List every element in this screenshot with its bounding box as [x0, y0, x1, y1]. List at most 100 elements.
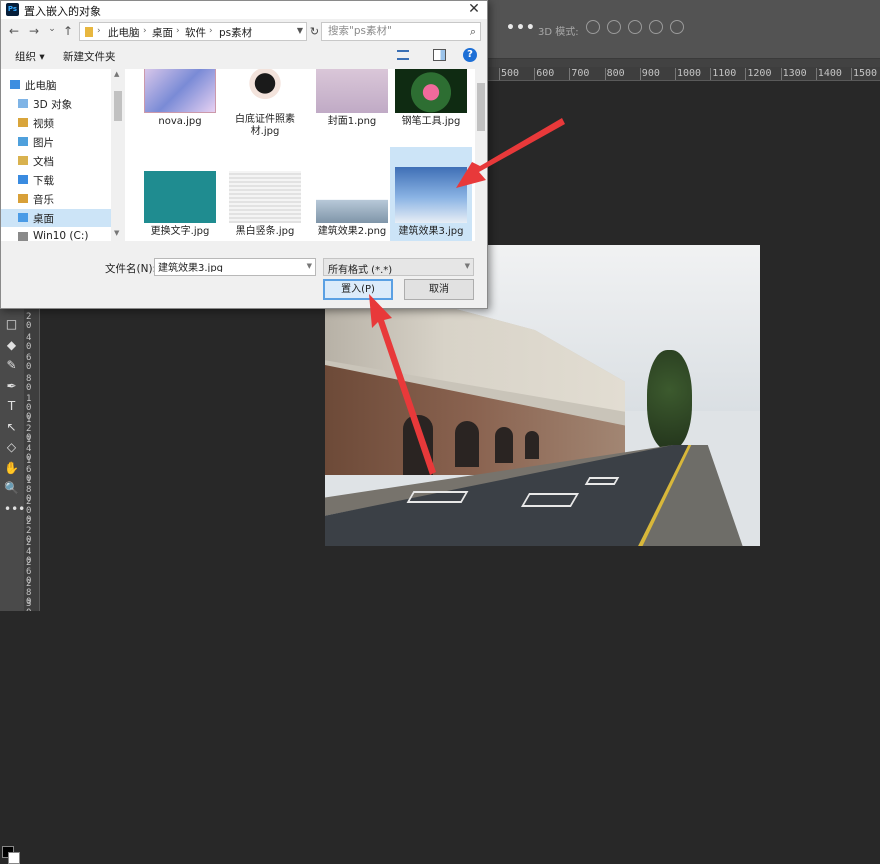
refresh-icon[interactable]: ↻ [307, 22, 322, 41]
breadcrumb-desktop[interactable]: 桌面 [152, 25, 173, 40]
file-name: 钢笔工具.jpg [401, 116, 461, 127]
ruler-tick-label: 600 [534, 68, 555, 80]
more-options-icon[interactable]: ••• [506, 20, 536, 36]
ps-tool-icon[interactable]: 🔍 [4, 481, 19, 496]
breadcrumb-ps-assets[interactable]: ps素材 [219, 25, 252, 40]
preview-pane-icon[interactable] [433, 49, 446, 61]
nav-item-label: 音乐 [33, 194, 54, 206]
nav-item-1[interactable]: 3D 对象 [1, 95, 111, 113]
file-list-scrollbar[interactable] [475, 69, 487, 241]
file-name: nova.jpg [158, 116, 202, 127]
file-thumbnail [144, 69, 216, 113]
file-item[interactable]: 钢笔工具.jpg [390, 69, 472, 141]
nav-item-0[interactable]: 此电脑 [1, 76, 111, 94]
recent-locations-icon[interactable]: ⌄ [45, 24, 59, 34]
forward-arrow-icon[interactable]: → [27, 24, 41, 38]
nav-item-3[interactable]: 图片 [1, 133, 111, 151]
desktop-icon [18, 213, 28, 222]
search-box: ⌕ [321, 22, 481, 41]
filetype-select[interactable]: 所有格式 (*.*) ▼ [323, 258, 474, 276]
navigation-bar: ← → ⌄ ↑ › 此电脑 › 桌面 › 软件 › ps素材 ▼ ↻ ⌕ [1, 21, 487, 43]
documents-icon [18, 156, 28, 165]
breadcrumb-separator: › [97, 26, 101, 36]
file-item[interactable]: nova.jpg [139, 69, 221, 141]
nav-item-label: 桌面 [33, 213, 54, 225]
file-name: 黑白竖条.jpg [235, 226, 295, 237]
ps-tool-icon[interactable]: T [4, 399, 19, 414]
ruler-tick-label: 500 [498, 68, 520, 80]
file-name: 更换文字.jpg [150, 226, 210, 237]
navigation-pane: Win10 (C:) 桌面 音乐 下载 文档 图片 视频 3D 对象 此电脑 ▲ ▼ [1, 69, 125, 241]
ps-tool-icon[interactable]: ✋ [4, 461, 19, 476]
chevron-down-icon[interactable]: ▼ [297, 26, 303, 35]
nav-item-label: 下载 [33, 175, 54, 187]
road-marking [584, 477, 620, 485]
search-input[interactable] [328, 25, 458, 37]
ruler-tick-label: 40 [26, 332, 32, 352]
filename-combobox: ▼ [154, 258, 316, 276]
address-bar[interactable]: › 此电脑 › 桌面 › 软件 › ps素材 ▼ [79, 22, 307, 41]
horizontal-ruler: 500 600 700 800 900 1000 1100 1200 1300 1400 1500 [488, 67, 880, 81]
ps-tool-icon[interactable]: ◆ [4, 338, 19, 353]
nav-item-6[interactable]: 音乐 [1, 190, 111, 208]
ps-tool-icon[interactable]: ◇ [4, 440, 19, 455]
filetype-value: 所有格式 (*.*) [328, 265, 393, 276]
organize-button[interactable]: 组织 ▾ [15, 49, 45, 64]
ruler-tick-label: 700 [569, 68, 590, 80]
file-item[interactable]: 更换文字.jpg [139, 149, 221, 241]
nav-item-7[interactable]: 桌面 [1, 209, 111, 227]
nav-item-label: 视频 [33, 118, 54, 130]
filename-input[interactable] [158, 261, 298, 272]
chevron-down-icon[interactable]: ▼ [307, 262, 312, 270]
ruler-tick-label: 300 [26, 599, 32, 612]
file-item[interactable]: 黑白竖条.jpg [224, 149, 306, 241]
command-bar: 组织 ▾ 新建文件夹 ? [1, 45, 487, 67]
nav-item-label: 图片 [33, 137, 54, 149]
cancel-button[interactable]: 取消 [404, 279, 474, 300]
nav-item-2[interactable]: 视频 [1, 114, 111, 132]
ps-tool-icon[interactable]: ✒ [4, 379, 19, 394]
drive-icon [18, 232, 28, 241]
back-arrow-icon[interactable]: ← [7, 24, 21, 38]
search-icon[interactable]: ⌕ [470, 25, 476, 39]
ps-tool-icon[interactable]: □ [4, 317, 19, 332]
slide-3d-icon[interactable] [649, 20, 663, 34]
roll-3d-icon[interactable] [607, 20, 621, 34]
file-item[interactable]: 建筑效果2.png [311, 149, 393, 241]
file-thumbnail [316, 69, 388, 113]
close-icon[interactable]: ✕ [467, 1, 481, 17]
scale-3d-icon[interactable] [670, 20, 684, 34]
background-color-swatch[interactable] [8, 852, 20, 864]
breadcrumb-this-pc[interactable]: 此电脑 [108, 25, 140, 40]
new-folder-button[interactable]: 新建文件夹 [63, 49, 116, 64]
file-item[interactable]: 建筑效果3.jpg [390, 147, 472, 241]
file-item[interactable]: 白底证件照素材.jpg [224, 69, 306, 139]
document-tab-bar [488, 59, 880, 67]
file-name: 封面1.png [327, 116, 377, 127]
file-thumbnail [316, 171, 388, 223]
nav-item-8[interactable]: Win10 (C:) [1, 228, 111, 241]
nav-item-label: Win10 (C:) [33, 230, 89, 241]
place-button[interactable]: 置入(P) [323, 279, 393, 300]
file-thumbnail [395, 69, 467, 113]
file-name: 建筑效果3.jpg [398, 226, 464, 237]
ruler-tick-label: 800 [604, 68, 625, 80]
ps-tool-icon[interactable]: ••• [4, 502, 25, 517]
photo-arch [495, 427, 513, 463]
ruler-tick-label: 80 [26, 373, 32, 393]
orbit-3d-icon[interactable] [586, 20, 600, 34]
nav-item-5[interactable]: 下载 [1, 171, 111, 189]
nav-item-4[interactable]: 文档 [1, 152, 111, 170]
change-view-icon[interactable] [397, 50, 409, 60]
ps-tool-icon[interactable]: ↖ [4, 420, 19, 435]
help-icon[interactable]: ? [463, 48, 477, 62]
folder-icon [85, 27, 93, 37]
photoshop-logo-icon: Ps [6, 3, 19, 16]
file-item[interactable]: 封面1.png [311, 69, 393, 141]
navigation-scrollbar[interactable]: ▲ ▼ [111, 69, 125, 241]
ruler-tick-label: 1000 [674, 68, 702, 80]
ps-tool-icon[interactable]: ✎ [4, 358, 19, 373]
up-folder-icon[interactable]: ↑ [61, 24, 75, 38]
pan-3d-icon[interactable] [628, 20, 642, 34]
breadcrumb-software[interactable]: 软件 [185, 25, 206, 40]
